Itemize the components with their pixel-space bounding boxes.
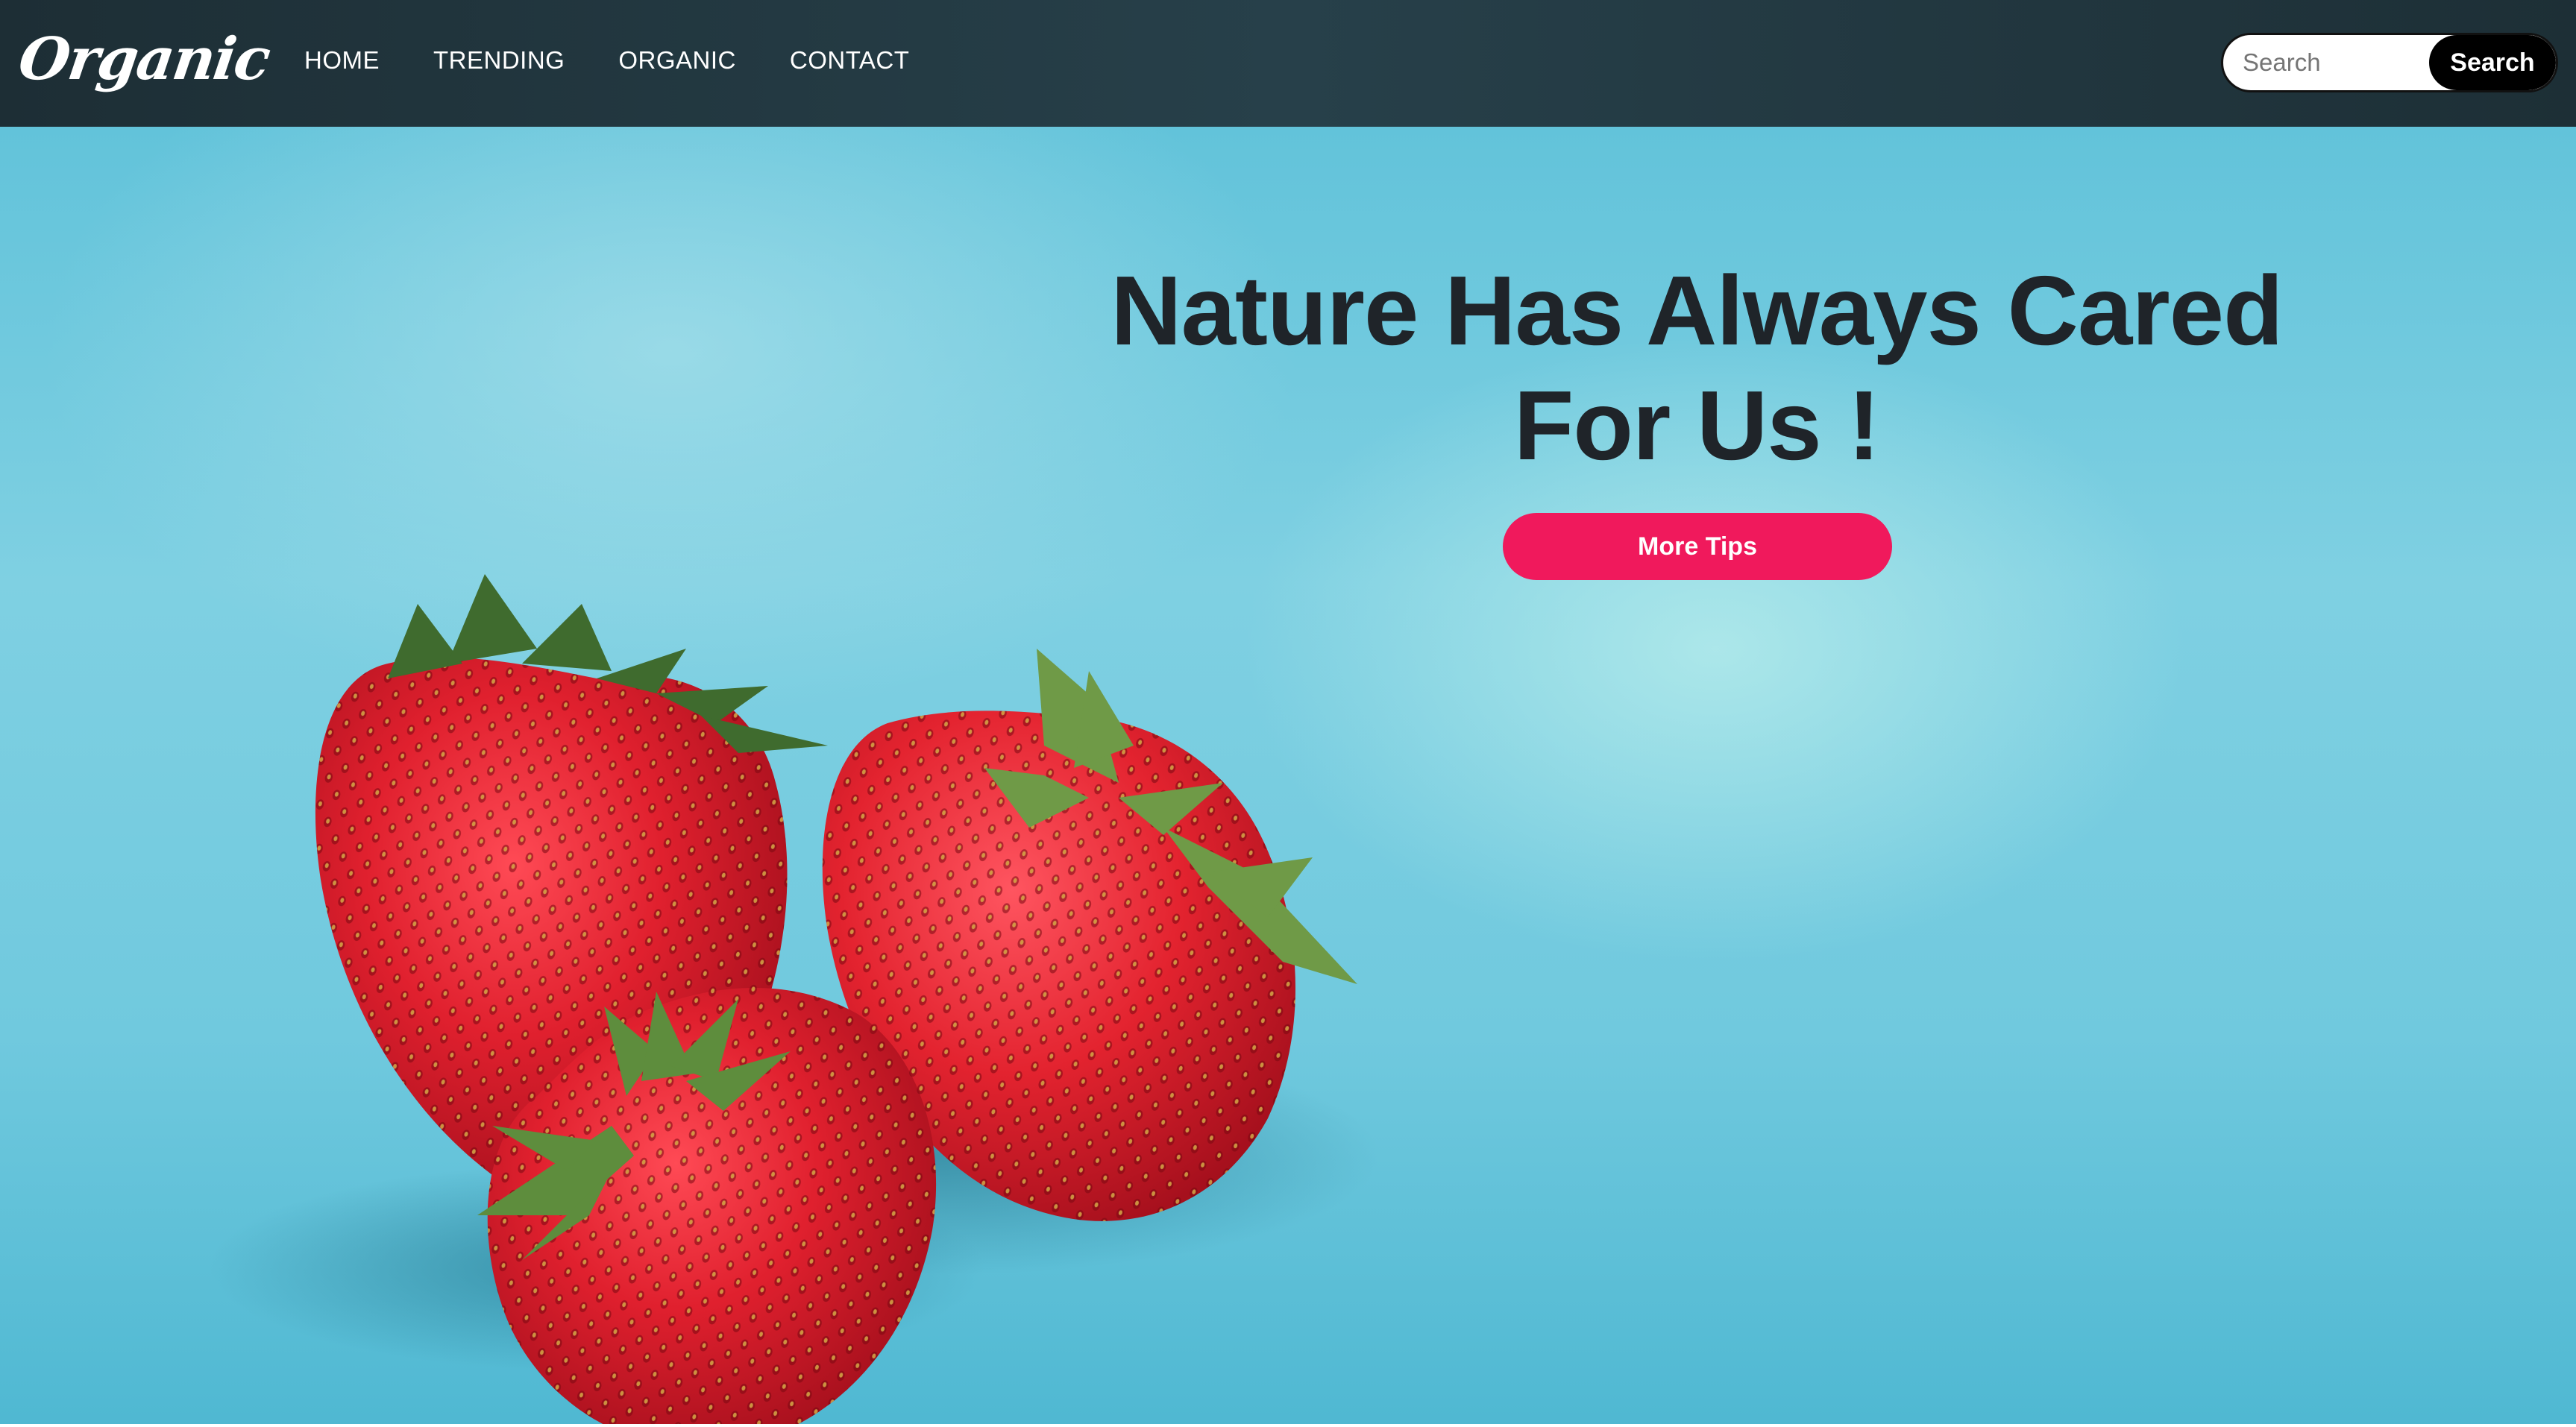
bottom-strip — [0, 1424, 2576, 1427]
search-form: Search — [2221, 33, 2558, 92]
nav-link-contact[interactable]: CONTACT — [790, 46, 910, 75]
nav-links: HOME TRENDING ORGANIC CONTACT — [304, 46, 963, 75]
more-tips-button[interactable]: More Tips — [1503, 513, 1892, 580]
logo[interactable]: Organic — [15, 25, 274, 93]
nav-link-organic[interactable]: ORGANIC — [618, 46, 736, 75]
navbar: Organic HOME TRENDING ORGANIC CONTACT Se… — [0, 0, 2576, 127]
nav-link-home[interactable]: HOME — [304, 46, 380, 75]
hero-section: Nature Has Always Cared For Us ! More Ti… — [0, 127, 2576, 1427]
page: Organic HOME TRENDING ORGANIC CONTACT Se… — [0, 0, 2576, 1427]
nav-link-trending[interactable]: TRENDING — [433, 46, 565, 75]
search-input[interactable] — [2223, 35, 2432, 90]
search-button[interactable]: Search — [2429, 35, 2556, 90]
hero-title: Nature Has Always Cared For Us ! — [1110, 256, 2283, 480]
